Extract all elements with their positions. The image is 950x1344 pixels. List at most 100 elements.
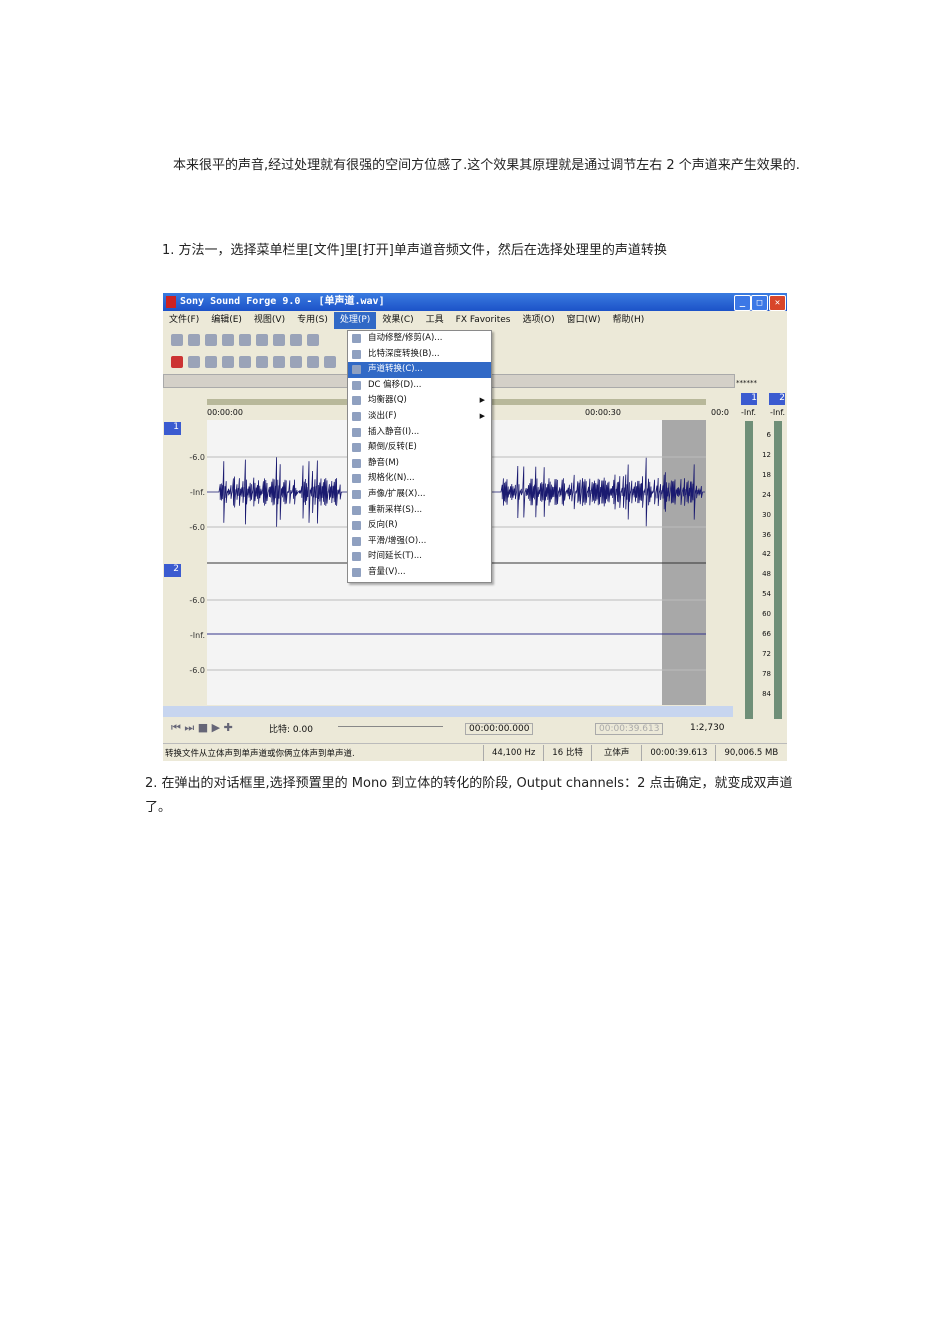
menu-item-label: 音量(V)... (368, 566, 406, 577)
toolbar-icon[interactable] (256, 356, 268, 368)
toolbar-icon[interactable] (239, 334, 251, 346)
db-label: -6.0 (189, 596, 205, 605)
menu-8[interactable]: 选项(O) (517, 312, 561, 329)
track-1-number[interactable]: 1 (164, 422, 181, 435)
minimize-button[interactable]: _ (734, 295, 751, 311)
meter-tick: 72 (762, 649, 771, 658)
menu-item-icon (352, 567, 361, 577)
menu-7[interactable]: FX Favorites (450, 312, 517, 329)
menu-item-label: 规格化(N)... (368, 473, 415, 484)
ruler-end: 00:0 (711, 408, 729, 417)
toolbar-icon[interactable] (171, 334, 183, 346)
db-label: -6.0 (189, 453, 205, 462)
window-title: Sony Sound Forge 9.0 - [单声道.wav] (180, 296, 385, 307)
meter-tick: 48 (762, 570, 771, 579)
toolbar-icon[interactable] (188, 334, 200, 346)
toolbar-icon[interactable] (222, 356, 234, 368)
toolbar-icon[interactable] (188, 356, 200, 368)
menu-item-label: 比特深度转换(B)... (368, 348, 440, 359)
menu-0[interactable]: 文件(F) (163, 312, 205, 329)
menu-10[interactable]: 帮助(H) (607, 312, 651, 329)
meter-tick: 54 (762, 590, 771, 599)
meter-channel-1[interactable]: 1 (741, 393, 757, 405)
menu-item[interactable]: 反向(R) (348, 518, 491, 534)
menu-item-label: 平滑/增强(O)... (368, 535, 427, 546)
meter-tick: 24 (762, 490, 771, 499)
menu-item[interactable]: 重新采样(S)... (348, 503, 491, 519)
menu-item[interactable]: 淡出(F) ▶ (348, 409, 491, 425)
menu-item-label: 颠倒/反转(E) (368, 442, 417, 453)
toolbar-icon[interactable] (307, 356, 319, 368)
menu-item[interactable]: 规格化(N)... (348, 471, 491, 487)
status-bar: 转换文件从立体声到单声道或你俩立体声到单声道. 44,100 Hz 16 比特 … (163, 743, 787, 761)
menu-item-label: 时间延长(T)... (368, 551, 422, 562)
close-button[interactable]: ✕ (769, 295, 786, 311)
meter-tick: 30 (762, 510, 771, 519)
menu-item-icon (352, 334, 361, 343)
menu-item[interactable]: 自动修整/修剪(A)... (348, 331, 491, 347)
menu-item[interactable]: 时间延长(T)... (348, 549, 491, 565)
menu-item[interactable]: 插入静音(I)... (348, 425, 491, 441)
menu-6[interactable]: 工具 (420, 312, 450, 329)
status-hint: 转换文件从立体声到单声道或你俩立体声到单声道. (165, 749, 355, 759)
toolbar-icon[interactable] (324, 356, 336, 368)
menu-item-icon (352, 427, 361, 437)
toolbar-icon[interactable] (273, 356, 285, 368)
menu-item[interactable]: 静音(M) (348, 456, 491, 472)
db-label: -Inf. (189, 631, 205, 640)
rate-slider[interactable] (338, 726, 443, 727)
menu-item-label: 静音(M) (368, 457, 399, 468)
menu-item[interactable]: 声像/扩展(X)... (348, 487, 491, 503)
toolbar-icon[interactable] (290, 356, 302, 368)
menu-item-icon (352, 505, 361, 515)
meter-tick: 18 (762, 470, 771, 479)
level-meter-left (745, 421, 753, 719)
maximize-button[interactable]: □ (751, 295, 768, 311)
meter-scale: 6 12 18 24 30 36 42 48 54 60 66 72 78 84 (757, 421, 771, 721)
menu-item-label: 声像/扩展(X)... (368, 488, 426, 499)
menu-1[interactable]: 编辑(E) (205, 312, 248, 329)
menu-item[interactable]: 平滑/增强(O)... (348, 534, 491, 550)
meter-tick: 36 (762, 530, 771, 539)
toolbar-icon[interactable] (205, 334, 217, 346)
menu-3[interactable]: 专用(S) (291, 312, 334, 329)
menu-item[interactable]: 颠倒/反转(E) (348, 440, 491, 456)
toolbar-icon[interactable] (239, 356, 251, 368)
title-bar: Sony Sound Forge 9.0 - [单声道.wav] _ □ ✕ (163, 293, 787, 311)
menu-item[interactable]: 声道转换(C)... (348, 362, 491, 378)
status-sample-rate: 44,100 Hz (483, 745, 543, 761)
menu-item-icon (352, 536, 361, 546)
menu-item[interactable]: 比特深度转换(B)... (348, 347, 491, 363)
toolbar-icon[interactable] (273, 334, 285, 346)
app-icon (166, 296, 176, 308)
menu-item-icon (352, 349, 361, 359)
toolbar-icon[interactable] (222, 334, 234, 346)
meter-tick: 6 (766, 431, 771, 439)
menu-5[interactable]: 效果(C) (376, 312, 419, 329)
intro-paragraph: 本来很平的声音,经过处理就有很强的空间方位感了.这个效果其原理就是通过调节左右 … (173, 158, 800, 173)
meter-channel-2[interactable]: 2 (769, 393, 785, 405)
track-2-number[interactable]: 2 (164, 564, 181, 577)
menu-item[interactable]: 音量(V)... (348, 565, 491, 581)
menu-item[interactable]: 均衡器(Q) ▶ (348, 393, 491, 409)
level-meter-right (774, 421, 782, 719)
menu-2[interactable]: 视图(V) (248, 312, 291, 329)
status-channels: 立体声 (590, 745, 642, 761)
toolbar-icon[interactable] (290, 334, 302, 346)
transport-buttons[interactable]: ⏮ ⏭ ■ ▶ ✚ (171, 721, 233, 735)
menu-item[interactable]: DC 偏移(D)... (348, 378, 491, 394)
menu-item-icon (352, 411, 361, 421)
document-page: 本来很平的声音,经过处理就有很强的空间方位感了.这个效果其原理就是通过调节左右 … (0, 0, 950, 1344)
length-field: 00:00:39.613 (595, 723, 664, 735)
playback-rate: 比特: 0.00 (269, 725, 313, 735)
menu-4[interactable]: 处理(P) (333, 312, 377, 329)
toolbar-icon[interactable] (256, 334, 268, 346)
toolbar-icon[interactable] (171, 356, 183, 368)
submenu-arrow-icon: ▶ (479, 411, 485, 420)
menu-9[interactable]: 窗口(W) (561, 312, 607, 329)
meter-peak-2: -Inf. (770, 408, 786, 417)
horizontal-scrollbar[interactable] (163, 706, 733, 717)
toolbar-icon[interactable] (307, 334, 319, 346)
meter-tick: 66 (762, 630, 771, 638)
toolbar-icon[interactable] (205, 356, 217, 368)
